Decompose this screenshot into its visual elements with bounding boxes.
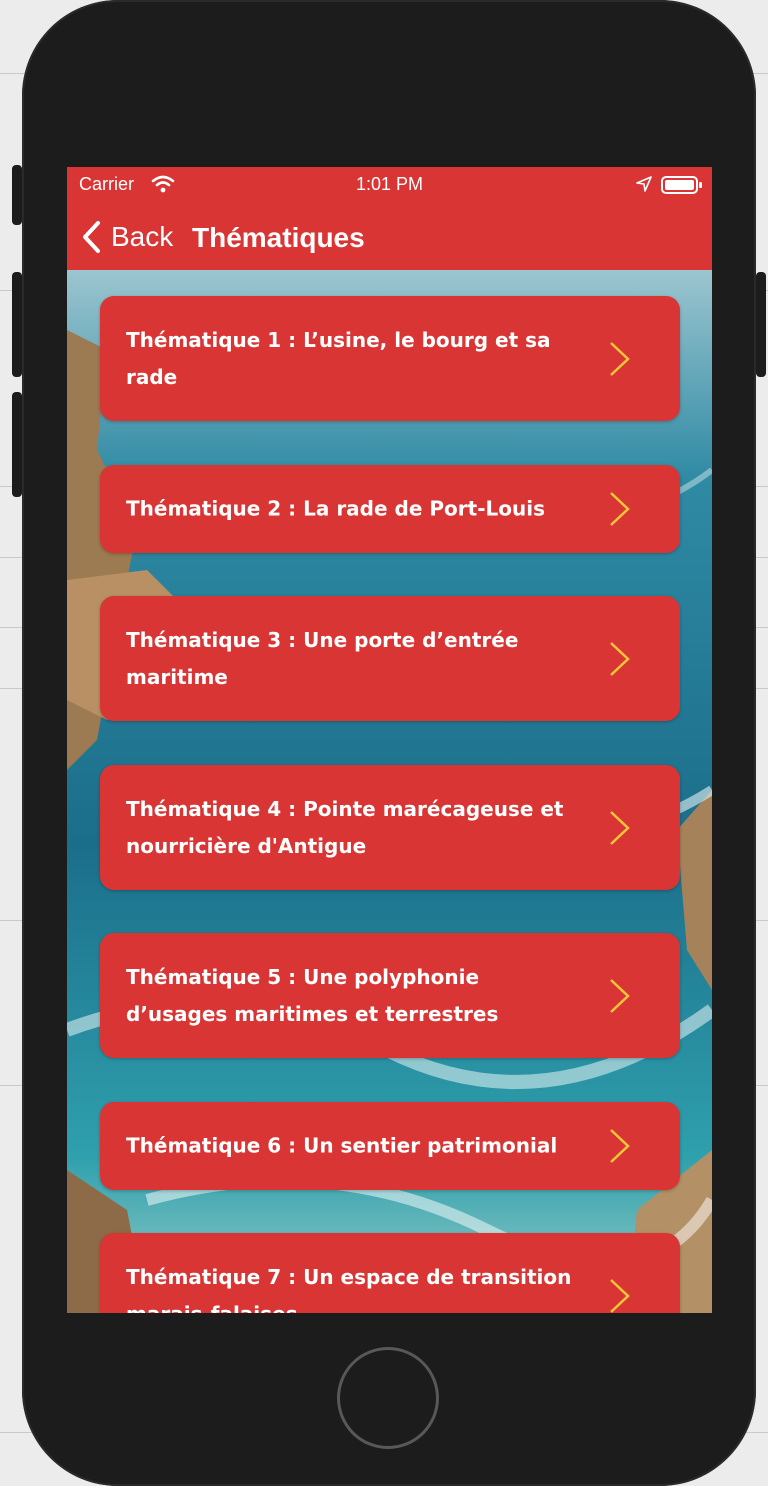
power-button xyxy=(756,272,766,377)
chevron-right-icon xyxy=(610,341,630,376)
location-arrow-icon xyxy=(636,176,652,197)
list-item[interactable]: Thématique 5 : Une polyphonie d’usages m… xyxy=(100,933,680,1058)
chevron-right-icon xyxy=(610,810,630,845)
battery-icon xyxy=(661,175,703,200)
back-label: Back xyxy=(111,221,174,252)
volume-down-button xyxy=(12,392,22,497)
list-item[interactable]: Thématique 6 : Un sentier patrimonial xyxy=(100,1102,680,1190)
chevron-right-icon xyxy=(610,1278,630,1313)
list-item[interactable]: Thématique 3 : Une porte d’entrée mariti… xyxy=(100,596,680,721)
status-time: 1:01 PM xyxy=(355,174,424,194)
chevron-left-icon xyxy=(83,221,100,253)
app-screen: Carrier 1:01 PM Back Thématiques Thémati… xyxy=(67,167,712,1313)
back-button[interactable]: Back xyxy=(81,217,173,257)
chevron-right-icon xyxy=(610,978,630,1013)
list-item-label: Thématique 1 : L’usine, le bourg et sa r… xyxy=(126,327,551,389)
list-item[interactable]: Thématique 4 : Pointe marécageuse et nou… xyxy=(100,765,680,890)
volume-up-button xyxy=(12,272,22,377)
list-item-label: Thématique 7 : Un espace de transition m… xyxy=(126,1264,572,1314)
list-item-label: Thématique 5 : Une polyphonie d’usages m… xyxy=(126,964,499,1026)
list-item-label: Thématique 3 : Une porte d’entrée mariti… xyxy=(126,627,519,689)
chevron-right-icon xyxy=(610,492,630,526)
list-item-label: Thématique 4 : Pointe marécageuse et nou… xyxy=(126,796,564,858)
status-bar: Carrier 1:01 PM xyxy=(67,167,712,203)
silent-switch xyxy=(12,165,22,225)
list-item[interactable]: Thématique 1 : L’usine, le bourg et sa r… xyxy=(100,296,680,421)
list-item[interactable]: Thématique 7 : Un espace de transition m… xyxy=(100,1233,680,1313)
navigation-bar: Back Thématiques xyxy=(67,203,712,270)
page-title: Thématiques xyxy=(192,222,365,253)
list-item[interactable]: Thématique 2 : La rade de Port-Louis xyxy=(100,465,680,553)
list-item-label: Thématique 6 : Un sentier patrimonial xyxy=(126,1133,558,1158)
chevron-right-icon xyxy=(610,1129,630,1163)
list-item-label: Thématique 2 : La rade de Port-Louis xyxy=(126,496,545,521)
home-button[interactable] xyxy=(337,1347,439,1449)
chevron-right-icon xyxy=(610,641,630,676)
